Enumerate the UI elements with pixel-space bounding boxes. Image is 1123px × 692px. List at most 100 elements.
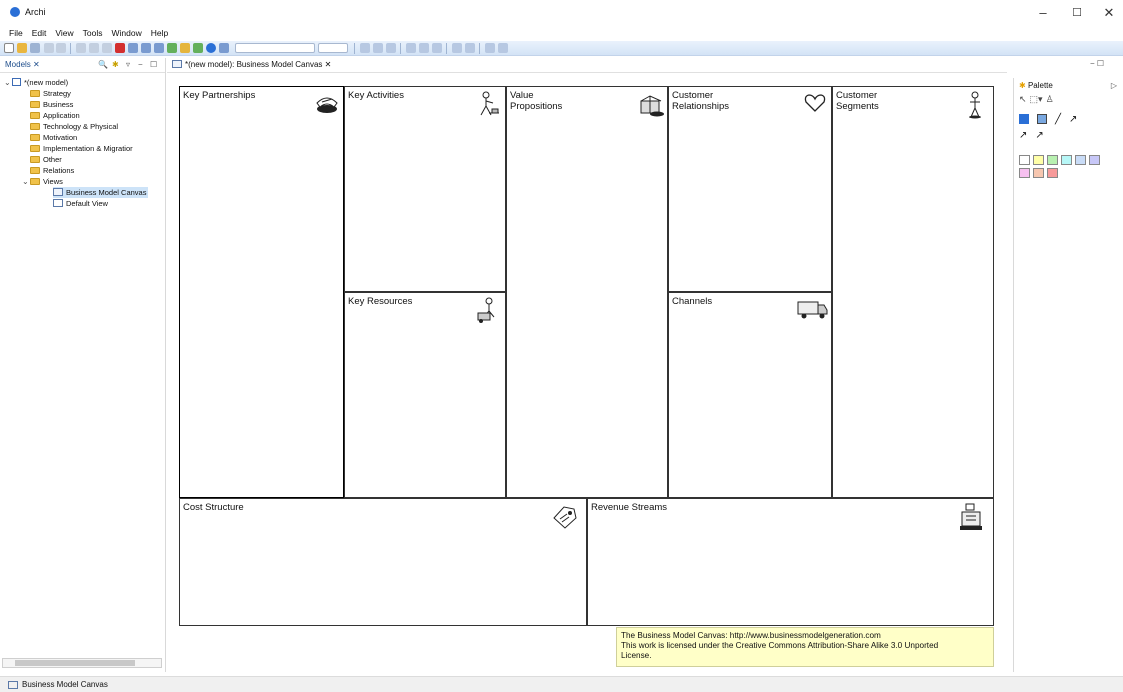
arrow-connection-icon[interactable]: ↗ xyxy=(1069,114,1077,125)
align-center-icon[interactable] xyxy=(373,43,383,53)
revenue-streams-block[interactable]: Revenue Streams xyxy=(587,498,994,626)
tree-item-views[interactable]: ⌄ Views xyxy=(22,176,63,187)
undo-icon[interactable] xyxy=(44,43,54,53)
editor-tab[interactable]: *(new model): Business Model Canvas ✕ xyxy=(172,60,331,69)
tree-item-technology[interactable]: Technology & Physical xyxy=(30,121,118,132)
palette-connections-row: ↗ ↗ xyxy=(1019,130,1044,141)
group-tool-icon[interactable] xyxy=(1037,114,1047,124)
outline-icon[interactable] xyxy=(154,43,164,53)
font-combo[interactable] xyxy=(235,43,315,53)
paste-icon[interactable] xyxy=(102,43,112,53)
key-resources-block[interactable]: Key Resources xyxy=(344,292,506,498)
tree-item-motivation[interactable]: Motivation xyxy=(30,132,77,143)
palette-collapse-icon[interactable]: ▷ xyxy=(1111,81,1117,90)
channels-block[interactable]: Channels xyxy=(668,292,832,498)
delete-icon[interactable] xyxy=(115,43,125,53)
folder-icon xyxy=(30,101,40,108)
refresh-icon[interactable] xyxy=(219,43,229,53)
chevron-down-icon[interactable]: ⌄ xyxy=(4,77,12,88)
menu-file[interactable]: File xyxy=(9,26,23,40)
minimize-button[interactable]: – xyxy=(1028,4,1058,22)
tree-item-default-view[interactable]: Default View xyxy=(53,198,108,209)
heart-icon xyxy=(804,94,826,112)
palette-icon[interactable] xyxy=(180,43,190,53)
tree-item-relations[interactable]: Relations xyxy=(30,165,74,176)
align-left-icon[interactable] xyxy=(360,43,370,53)
tree-item-other[interactable]: Other xyxy=(30,154,62,165)
maximize-button[interactable]: ☐ xyxy=(1062,4,1092,22)
chevron-down-icon[interactable]: ⌄ xyxy=(22,176,30,187)
connection-tool-icon[interactable]: ╱ xyxy=(1055,114,1061,125)
swatch-peach[interactable] xyxy=(1033,168,1044,178)
price-tag-icon xyxy=(553,506,577,529)
view-menu-icon[interactable]: ▿ xyxy=(126,60,130,69)
search-icon[interactable]: 🔍 xyxy=(98,60,108,69)
tree-item-business[interactable]: Business xyxy=(30,99,73,110)
canvas-view-icon xyxy=(172,60,182,68)
swatch-cyan[interactable] xyxy=(1061,155,1072,165)
models-tree-icon[interactable] xyxy=(128,43,138,53)
swatch-pink[interactable] xyxy=(1019,168,1030,178)
customer-relationships-block[interactable]: Customer Relationships xyxy=(668,86,832,292)
align-bottom-icon[interactable] xyxy=(432,43,442,53)
tree-item-business-model-canvas[interactable]: Business Model Canvas xyxy=(53,187,149,198)
select-tool-icon[interactable]: ↖ xyxy=(1019,94,1027,105)
swatch-blue[interactable] xyxy=(1075,155,1086,165)
match-width-icon[interactable] xyxy=(452,43,462,53)
hints-icon[interactable] xyxy=(193,43,203,53)
swatch-yellow[interactable] xyxy=(1033,155,1044,165)
tree-item-label: Views xyxy=(43,177,63,186)
info-icon[interactable] xyxy=(206,43,216,53)
scrollbar-thumb[interactable] xyxy=(15,660,135,666)
close-button[interactable]: ✕ xyxy=(1094,4,1123,22)
properties-icon[interactable] xyxy=(141,43,151,53)
minimize-panel-icon[interactable]: − xyxy=(138,60,143,69)
menu-view[interactable]: View xyxy=(55,26,73,40)
match-height-icon[interactable] xyxy=(465,43,475,53)
align-middle-icon[interactable] xyxy=(419,43,429,53)
note-tool-icon[interactable] xyxy=(1019,114,1029,124)
copy-icon[interactable] xyxy=(89,43,99,53)
license-note[interactable]: The Business Model Canvas: http://www.bu… xyxy=(616,627,994,667)
swatch-red[interactable] xyxy=(1047,168,1058,178)
save-icon[interactable] xyxy=(30,43,40,53)
title-bar: Archi – ☐ ✕ xyxy=(0,0,1123,26)
key-partnerships-block[interactable]: Key Partnerships xyxy=(179,86,344,498)
key-activities-block[interactable]: Key Activities xyxy=(344,86,506,292)
zoom-combo[interactable] xyxy=(318,43,348,53)
open-folder-icon[interactable] xyxy=(17,43,27,53)
models-tab[interactable]: Models ✕ xyxy=(5,60,40,69)
cost-structure-block[interactable]: Cost Structure xyxy=(179,498,587,626)
swatch-lavender[interactable] xyxy=(1089,155,1100,165)
format-painter-icon[interactable]: ♙ xyxy=(1046,94,1054,105)
align-right-icon[interactable] xyxy=(386,43,396,53)
association-icon[interactable]: ↗ xyxy=(1035,130,1043,141)
navigator-icon[interactable] xyxy=(167,43,177,53)
tree-item-model[interactable]: ⌄ *(new model) xyxy=(4,77,68,88)
folder-icon xyxy=(30,112,40,119)
reset-aspect-icon[interactable] xyxy=(498,43,508,53)
cut-icon[interactable] xyxy=(76,43,86,53)
marquee-tool-icon[interactable]: ⬚▾ xyxy=(1030,94,1043,105)
menu-help[interactable]: Help xyxy=(151,26,168,40)
maximize-panel-icon[interactable]: ☐ xyxy=(150,60,157,69)
tree-item-application[interactable]: Application xyxy=(30,110,80,121)
tree-item-strategy[interactable]: Strategy xyxy=(30,88,71,99)
redo-icon[interactable] xyxy=(56,43,66,53)
align-top-icon[interactable] xyxy=(406,43,416,53)
menu-tools[interactable]: Tools xyxy=(83,26,103,40)
swatch-green[interactable] xyxy=(1047,155,1058,165)
editor-minmax-icons[interactable]: − ☐ xyxy=(1090,59,1104,68)
tree-item-label: Implementation & Migratior xyxy=(43,144,133,153)
menu-edit[interactable]: Edit xyxy=(32,26,47,40)
new-file-icon[interactable] xyxy=(4,43,14,53)
value-propositions-block[interactable]: Value Propositions xyxy=(506,86,668,498)
magic-connector-icon[interactable]: ↗ xyxy=(1019,130,1027,141)
swatch-white[interactable] xyxy=(1019,155,1030,165)
horizontal-scrollbar[interactable] xyxy=(2,658,162,668)
tree-item-implementation[interactable]: Implementation & Migratior xyxy=(30,143,133,154)
customer-segments-block[interactable]: Customer Segments xyxy=(832,86,994,498)
menu-window[interactable]: Window xyxy=(111,26,141,40)
default-size-icon[interactable] xyxy=(485,43,495,53)
filter-icon[interactable]: ✱ xyxy=(112,60,119,69)
